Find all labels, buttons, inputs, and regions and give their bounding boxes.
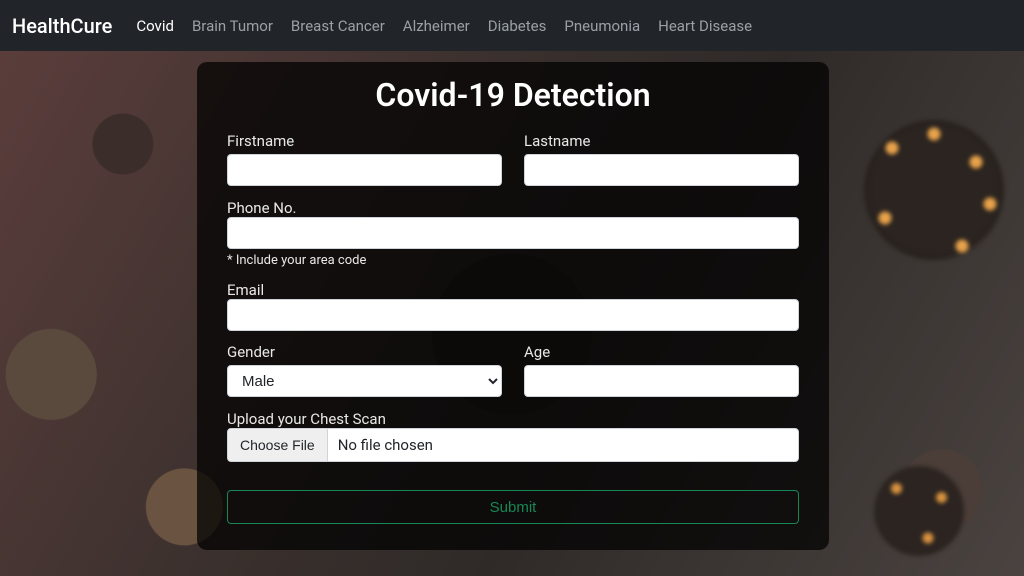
lastname-label: Lastname [524, 132, 799, 150]
nav-item-covid[interactable]: Covid [136, 17, 174, 35]
firstname-input[interactable] [227, 154, 502, 186]
file-status-text: No file chosen [328, 436, 433, 454]
email-label: Email [227, 281, 264, 299]
phone-hint: * Include your area code [227, 253, 799, 268]
nav-item-breast-cancer[interactable]: Breast Cancer [291, 17, 385, 35]
gender-select[interactable]: Male [227, 365, 502, 397]
gender-label: Gender [227, 343, 502, 361]
bg-virus-blob [874, 466, 964, 556]
choose-file-button[interactable]: Choose File [228, 429, 328, 461]
form-title: Covid-19 Detection [227, 76, 799, 114]
nav-item-diabetes[interactable]: Diabetes [488, 17, 547, 35]
brand-logo[interactable]: HealthCure [12, 14, 112, 38]
detection-form-card: Covid-19 Detection Firstname Lastname Ph… [197, 62, 829, 550]
file-upload-box: Choose File No file chosen [227, 428, 799, 462]
upload-label: Upload your Chest Scan [227, 410, 386, 428]
nav-item-pneumonia[interactable]: Pneumonia [564, 17, 640, 35]
age-input[interactable] [524, 365, 799, 397]
lastname-input[interactable] [524, 154, 799, 186]
submit-button[interactable]: Submit [227, 490, 799, 524]
bg-virus-blob [864, 120, 1004, 260]
phone-input[interactable] [227, 217, 799, 249]
main-navbar: HealthCure Covid Brain Tumor Breast Canc… [0, 0, 1024, 51]
phone-label: Phone No. [227, 199, 296, 217]
age-label: Age [524, 343, 799, 361]
nav-item-alzheimer[interactable]: Alzheimer [403, 17, 470, 35]
nav-item-brain-tumor[interactable]: Brain Tumor [192, 17, 273, 35]
nav-item-heart-disease[interactable]: Heart Disease [658, 17, 752, 35]
email-input[interactable] [227, 299, 799, 331]
firstname-label: Firstname [227, 132, 502, 150]
